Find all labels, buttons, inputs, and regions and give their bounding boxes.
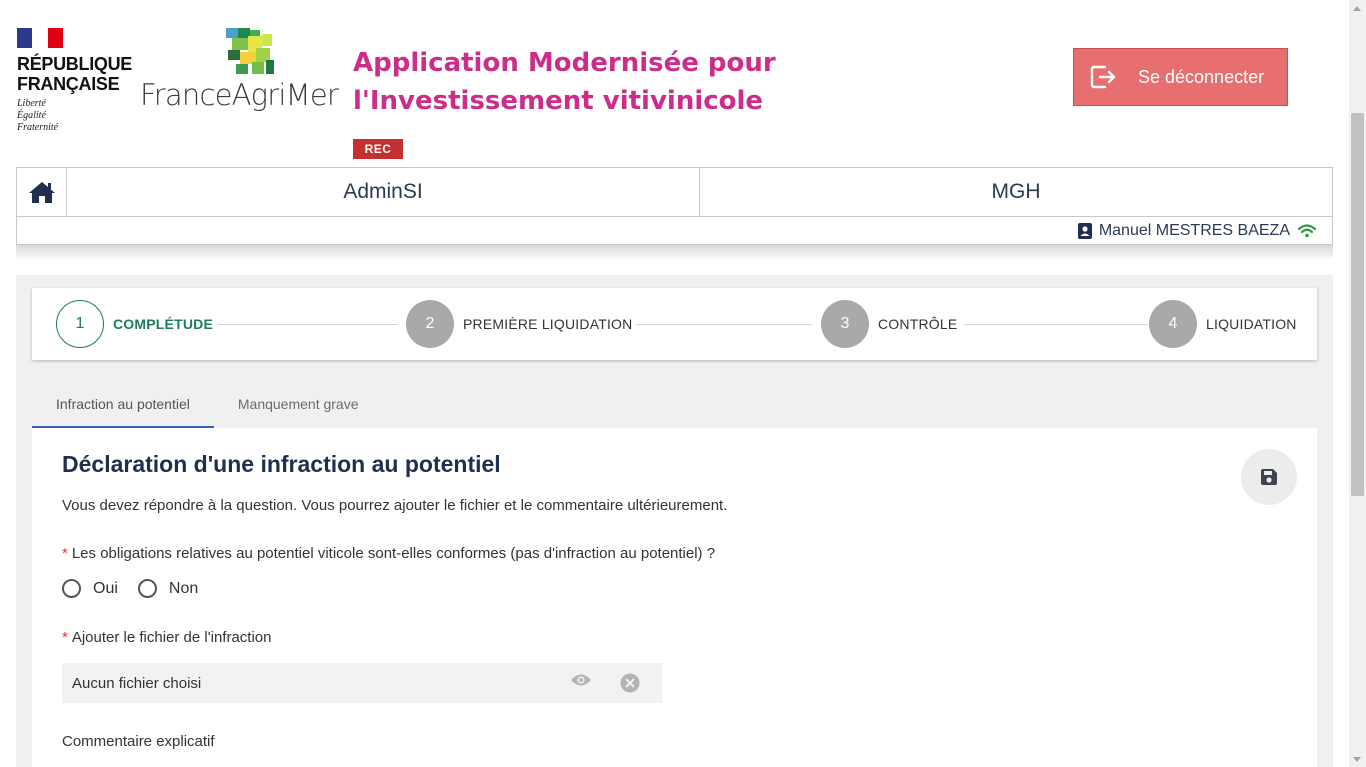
radio-circle[interactable] — [62, 579, 81, 598]
scrollbar-thumb[interactable] — [1351, 113, 1364, 496]
eye-icon[interactable] — [570, 673, 592, 687]
form-tabs: Infraction au potentiel Manquement grave — [32, 382, 383, 428]
required-marker: * — [62, 545, 68, 562]
devise: Liberté Égalité Fraternité — [17, 98, 127, 134]
form-instructions: Vous devez répondre à la question. Vous … — [62, 497, 728, 514]
step-completude[interactable]: 1 COMPLÉTUDE — [56, 300, 213, 348]
devise-egalite: Égalité — [17, 110, 46, 121]
form-title: Déclaration d'une infraction au potentie… — [62, 451, 501, 477]
page: RÉPUBLIQUE FRANÇAISE Liberté Égalité Fra… — [0, 0, 1366, 767]
file-value: Aucun fichier choisi — [72, 674, 202, 692]
logout-label: Se déconnecter — [1138, 66, 1265, 87]
devise-liberte: Liberté — [17, 98, 46, 109]
stepper-connector — [636, 324, 812, 325]
logout-icon — [1090, 65, 1116, 89]
file-upload-label: * Ajouter le fichier de l'infraction — [62, 629, 271, 646]
republique-title: RÉPUBLIQUE FRANÇAISE — [17, 54, 133, 94]
environment-badge: REC — [353, 139, 403, 159]
wifi-icon — [1298, 223, 1316, 237]
file-label-text: Ajouter le fichier de l'infraction — [71, 629, 272, 646]
workflow-stepper: 1 COMPLÉTUDE 2 PREMIÈRE LIQUIDATION 3 CO… — [32, 288, 1317, 360]
comment-label: Commentaire explicatif — [62, 733, 215, 750]
step-liquidation[interactable]: 4 LIQUIDATION — [1149, 300, 1297, 348]
conformity-question: * Les obligations relatives au potentiel … — [62, 545, 715, 562]
franceagrimer-logo-mark — [226, 28, 276, 78]
required-marker: * — [62, 629, 68, 646]
home-icon — [28, 182, 55, 203]
scroll-down-arrow-icon[interactable] — [1353, 757, 1361, 762]
home-button[interactable] — [17, 168, 67, 216]
republique-francaise-logo: RÉPUBLIQUE FRANÇAISE Liberté Égalité Fra… — [17, 28, 133, 134]
declaration-form: Déclaration d'une infraction au potentie… — [32, 428, 1317, 767]
republique-line-1: RÉPUBLIQUE — [17, 54, 133, 74]
nav-item-adminsi[interactable]: AdminSI — [67, 168, 699, 216]
step-number: 3 — [821, 300, 869, 348]
devise-fraternite: Fraternité — [17, 122, 59, 133]
user-bar: Manuel MESTRES BAEZA — [16, 217, 1333, 245]
conformity-radio-group: Oui Non — [62, 579, 218, 598]
scroll-up-arrow-icon[interactable] — [1353, 6, 1361, 11]
radio-circle[interactable] — [137, 579, 157, 598]
tab-manquement-grave[interactable]: Manquement grave — [214, 382, 383, 428]
navbar-shadow — [16, 245, 1333, 259]
clear-icon[interactable] — [620, 673, 640, 693]
franceagrimer-logo: FranceAgriMer — [140, 28, 339, 113]
radio-label: Non — [168, 579, 199, 597]
franceagrimer-wordmark: FranceAgriMer — [140, 78, 339, 112]
save-icon — [1261, 469, 1277, 485]
nav-item-mgh[interactable]: MGH — [699, 168, 1332, 216]
page-scrollbar[interactable] — [1349, 0, 1366, 767]
file-upload-field[interactable]: Aucun fichier choisi — [62, 663, 662, 703]
step-number: 1 — [56, 300, 104, 348]
stepper-connector — [964, 324, 1148, 325]
user-badge-icon — [1077, 222, 1092, 239]
app-title: Application Modernisée pour l'Investisse… — [353, 48, 776, 116]
republique-line-2: FRANÇAISE — [17, 74, 120, 94]
logout-button[interactable]: Se déconnecter — [1073, 48, 1288, 106]
step-label: PREMIÈRE LIQUIDATION — [463, 316, 633, 332]
step-label: LIQUIDATION — [1206, 316, 1297, 332]
step-number: 4 — [1149, 300, 1197, 348]
save-button[interactable] — [1241, 449, 1297, 505]
user-name: Manuel MESTRES BAEZA — [1098, 221, 1290, 239]
step-controle[interactable]: 3 CONTRÔLE — [821, 300, 957, 348]
main-navbar: AdminSI MGH — [16, 167, 1333, 217]
step-label: CONTRÔLE — [878, 316, 958, 332]
tab-infraction-au-potentiel[interactable]: Infraction au potentiel — [32, 382, 214, 428]
stepper-connector — [218, 324, 398, 325]
question-text: Les obligations relatives au potentiel v… — [71, 545, 716, 562]
radio-non[interactable]: Non — [137, 579, 199, 598]
radio-label: Oui — [93, 579, 118, 597]
step-label: COMPLÉTUDE — [113, 316, 213, 332]
radio-oui[interactable]: Oui — [62, 579, 118, 598]
step-number: 2 — [406, 300, 454, 348]
step-premiere-liquidation[interactable]: 2 PREMIÈRE LIQUIDATION — [406, 300, 632, 348]
french-flag-icon — [17, 28, 63, 48]
